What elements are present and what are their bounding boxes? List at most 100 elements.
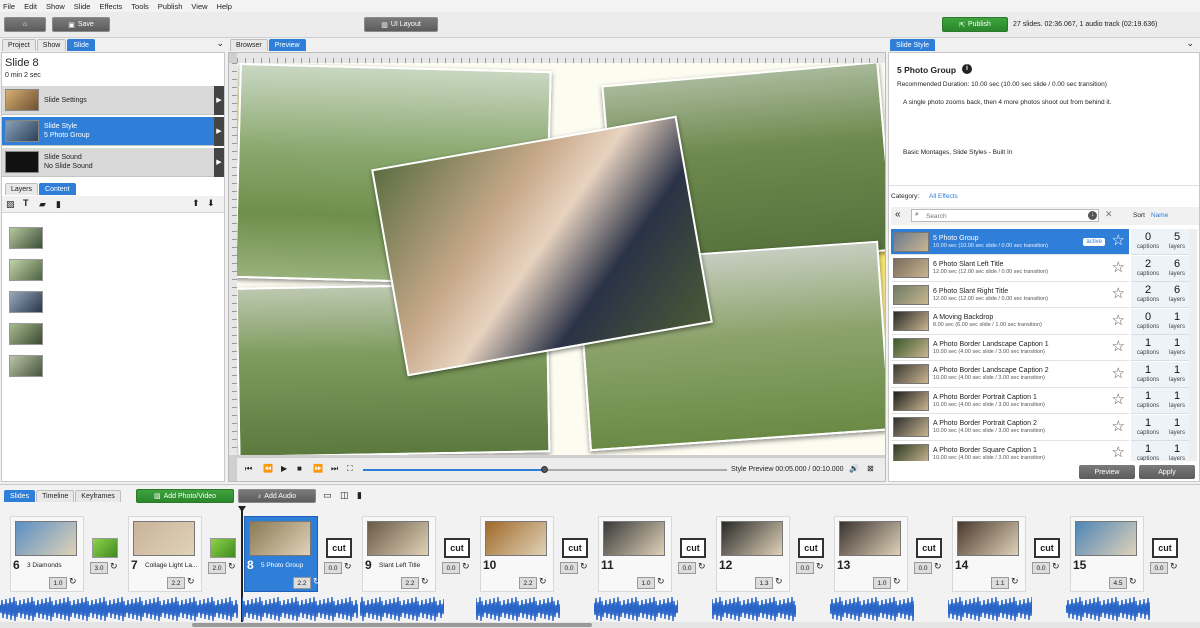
slide-duration-box[interactable]: 1.0: [873, 577, 891, 589]
tab-keyframes[interactable]: Keyframes: [75, 490, 121, 502]
tab-preview[interactable]: Preview: [268, 39, 306, 51]
waveform-segment[interactable]: [124, 596, 238, 622]
waveform-segment[interactable]: [948, 596, 1032, 622]
style-list-scrollbar[interactable]: [1189, 229, 1197, 461]
timeline-slide[interactable]: 12 1.3 ↻: [716, 516, 790, 592]
refresh-icon[interactable]: ↻: [934, 561, 942, 572]
slide-duration-box[interactable]: 4.5: [1109, 577, 1127, 589]
timeline-slide[interactable]: 6 3 Diamonds 1.0 ↻: [10, 516, 84, 592]
waveform-segment[interactable]: [712, 596, 796, 622]
download-icon[interactable]: ↓: [1088, 211, 1097, 220]
refresh-icon[interactable]: ↻: [816, 561, 824, 572]
style-row[interactable]: 6 Photo Slant Right Title 12.00 sec (12.…: [891, 282, 1129, 308]
refresh-icon[interactable]: ↻: [657, 576, 665, 587]
preview-button[interactable]: Preview: [1079, 465, 1135, 479]
waveform-segment[interactable]: [594, 596, 678, 622]
waveform-segment[interactable]: [242, 596, 358, 622]
waveform-segment[interactable]: [360, 596, 444, 622]
timeline-slide[interactable]: 9 Slant Left Title 2.2 ↻: [362, 516, 436, 592]
slide-duration-box[interactable]: 2.2: [293, 577, 311, 589]
fullscreen-preview-icon[interactable]: ⛶: [347, 464, 353, 474]
style-row[interactable]: A Photo Border Portrait Caption 1 10.00 …: [891, 388, 1129, 414]
timeline-slide[interactable]: 8 5 Photo Group 2.2 ↻: [244, 516, 321, 592]
waveform-segment[interactable]: [476, 596, 560, 622]
transition-duration-box[interactable]: 0.0: [324, 562, 342, 574]
slide-style-item[interactable]: Slide Style 5 Photo Group ▶: [2, 116, 224, 146]
star-icon[interactable]: ☆: [1112, 259, 1125, 276]
cut-transition[interactable]: cut: [916, 538, 942, 558]
refresh-icon[interactable]: ↻: [1170, 561, 1178, 572]
search-field[interactable]: ⌕ ↓: [911, 209, 1099, 222]
arrow-down-icon[interactable]: ⬇: [207, 198, 215, 209]
info-icon[interactable]: i: [962, 64, 972, 74]
trash-icon[interactable]: ▮: [357, 490, 362, 501]
timeline-slide[interactable]: 13 1.0 ↻: [834, 516, 908, 592]
volume-icon[interactable]: 🔊: [849, 464, 859, 473]
image-icon[interactable]: ▨: [6, 199, 15, 210]
home-button[interactable]: ⌂: [4, 17, 46, 32]
menu-publish[interactable]: Publish: [158, 2, 183, 11]
tab-slides[interactable]: Slides: [4, 490, 36, 502]
timeline-scrollbar[interactable]: [0, 622, 1200, 628]
style-row[interactable]: A Moving Backdrop 8.00 sec (6.00 sec sli…: [891, 308, 1129, 335]
text-icon[interactable]: T: [23, 198, 29, 208]
menu-help[interactable]: Help: [217, 2, 232, 11]
refresh-icon[interactable]: ↻: [775, 576, 783, 587]
skip-end-icon[interactable]: ⏭: [331, 464, 338, 474]
search-input[interactable]: [926, 211, 1076, 221]
tab-browser[interactable]: Browser: [230, 39, 268, 51]
category-value[interactable]: All Effects: [929, 193, 958, 200]
star-icon[interactable]: ☆: [1112, 365, 1125, 382]
style-row[interactable]: A Photo Border Landscape Caption 2 10.00…: [891, 361, 1129, 388]
star-icon[interactable]: ☆: [1112, 286, 1125, 302]
refresh-icon[interactable]: ↻: [110, 561, 118, 572]
layer-thumb[interactable]: [9, 355, 43, 377]
refresh-icon[interactable]: ↻: [69, 576, 77, 587]
play-icon[interactable]: ▶: [281, 464, 287, 473]
chevron-down-icon[interactable]: ⌄: [216, 38, 224, 49]
cut-transition[interactable]: cut: [562, 538, 588, 558]
tab-content[interactable]: Content: [39, 183, 76, 195]
chevron-right-icon[interactable]: ▶: [214, 147, 224, 177]
menu-edit[interactable]: Edit: [24, 2, 37, 11]
star-icon[interactable]: ☆: [1112, 418, 1125, 435]
tab-layers[interactable]: Layers: [5, 183, 39, 195]
ui-layout-button[interactable]: ▥ UI Layout: [364, 17, 438, 32]
refresh-icon[interactable]: ↻: [462, 561, 470, 572]
cut-transition[interactable]: cut: [680, 538, 706, 558]
refresh-icon[interactable]: ↻: [187, 576, 195, 587]
slide-sound-item[interactable]: Slide Sound No Slide Sound ▶: [2, 147, 224, 177]
single-view-icon[interactable]: ▭: [323, 490, 332, 501]
cut-transition[interactable]: cut: [326, 538, 352, 558]
style-row[interactable]: 6 Photo Slant Left Title 12.00 sec (12.0…: [891, 255, 1129, 282]
cut-transition[interactable]: cut: [1034, 538, 1060, 558]
star-icon[interactable]: ☆: [1112, 339, 1125, 355]
save-button[interactable]: ▣ Save: [52, 17, 110, 32]
slide-duration-box[interactable]: 1.1: [991, 577, 1009, 589]
playback-handle[interactable]: [541, 466, 548, 473]
transition-duration-box[interactable]: 0.0: [1150, 562, 1168, 574]
folder-icon[interactable]: ▰: [39, 199, 46, 210]
star-icon[interactable]: ☆: [1112, 312, 1125, 329]
refresh-icon[interactable]: ↻: [893, 576, 901, 587]
timeline-slide[interactable]: 11 1.0 ↻: [598, 516, 672, 592]
refresh-icon[interactable]: ↻: [313, 576, 321, 587]
menu-view[interactable]: View: [191, 2, 207, 11]
refresh-icon[interactable]: ↻: [1011, 576, 1019, 587]
refresh-icon[interactable]: ↻: [698, 561, 706, 572]
layer-thumb[interactable]: [9, 259, 43, 281]
style-row[interactable]: A Photo Border Portrait Caption 2 10.00 …: [891, 414, 1129, 441]
skip-start-icon[interactable]: ⏮: [245, 464, 252, 474]
refresh-icon[interactable]: ↻: [1052, 561, 1060, 572]
transition-duration-box[interactable]: 0.0: [914, 562, 932, 574]
playback-track[interactable]: [363, 466, 727, 473]
layer-thumb[interactable]: [9, 291, 43, 313]
refresh-icon[interactable]: ↻: [344, 561, 352, 572]
tab-project[interactable]: Project: [2, 39, 36, 51]
waveform-segment[interactable]: [830, 596, 914, 622]
menu-effects[interactable]: Effects: [99, 2, 122, 11]
style-row[interactable]: A Photo Border Square Caption 1 10.00 se…: [891, 441, 1129, 461]
slide-duration-box[interactable]: 1.3: [755, 577, 773, 589]
transition-duration-box[interactable]: 0.0: [560, 562, 578, 574]
arrow-up-icon[interactable]: ⬆: [192, 198, 200, 209]
